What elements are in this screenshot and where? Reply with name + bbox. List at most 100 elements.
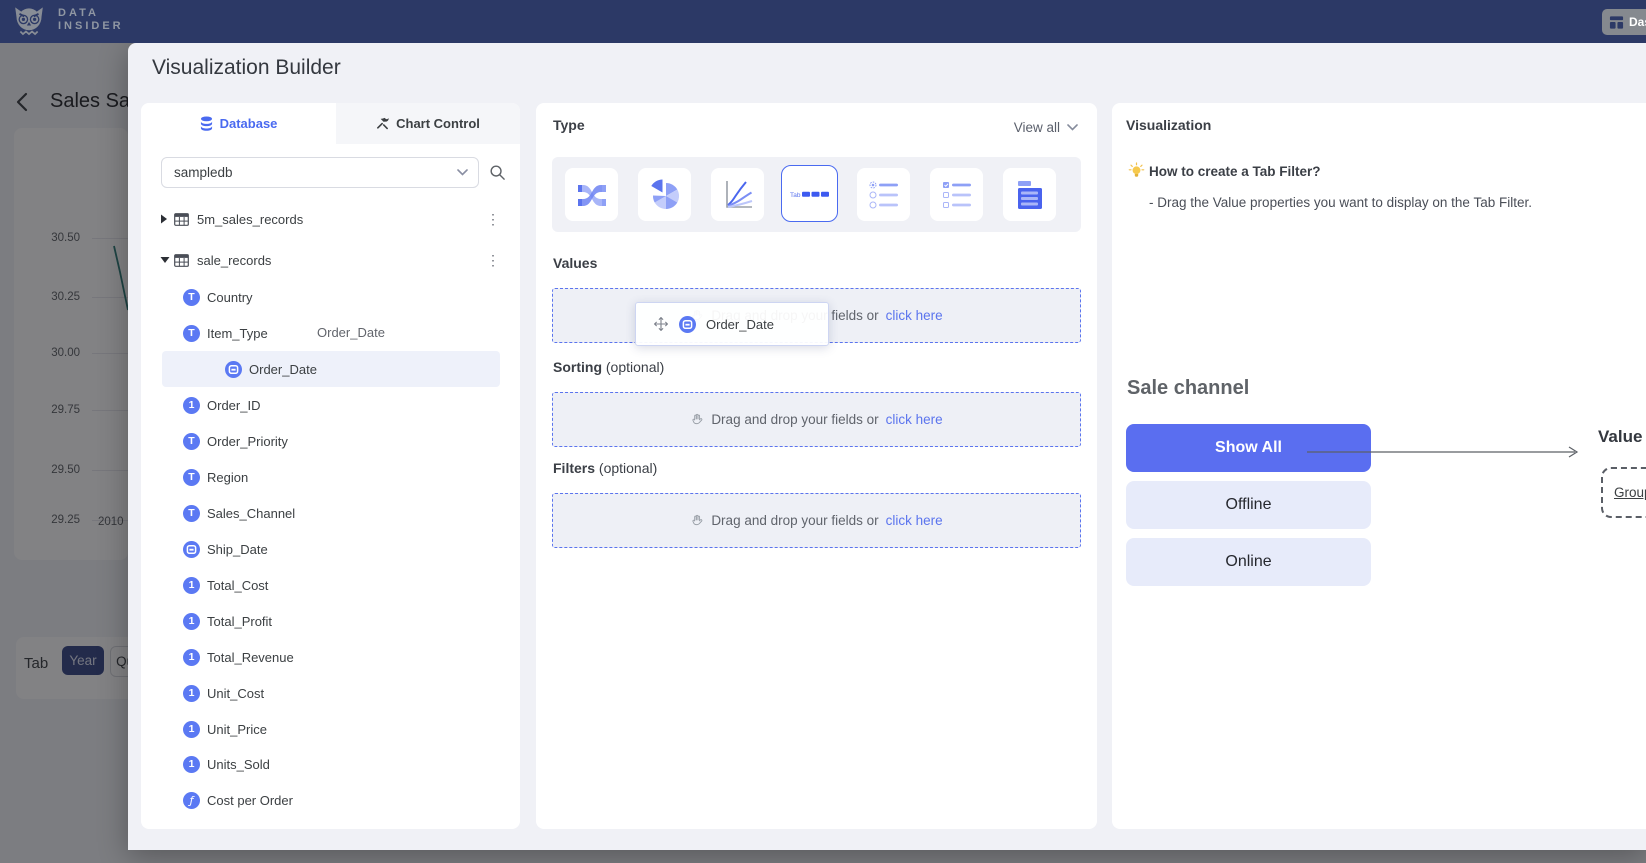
- sorting-dropzone[interactable]: Drag and drop your fields or click here: [552, 392, 1081, 447]
- date-type-icon: [679, 316, 696, 333]
- brand-line-2: INSIDER: [58, 20, 124, 33]
- database-panel: Database Chart Control sampledb 5m_sales…: [141, 103, 520, 829]
- table-row[interactable]: 5m_sales_records ⋮: [141, 201, 520, 237]
- dashboard-button[interactable]: Dashboard: [1602, 9, 1646, 35]
- field-row[interactable]: 1 Total_Revenue: [141, 639, 520, 675]
- tab-filter-icon: Tab: [790, 187, 830, 201]
- top-navbar: DATA INSIDER Dashboard: [0, 0, 1646, 43]
- field-row[interactable]: TCountry: [141, 279, 520, 315]
- kebab-menu-icon[interactable]: ⋮: [486, 211, 500, 228]
- chevron-down-icon: [457, 169, 468, 176]
- visualization-panel: Visualization How to create a Tab Filter…: [1112, 103, 1646, 829]
- number-type-icon: 1: [183, 577, 200, 594]
- visualization-builder-modal: Visualization Builder Database Chart Con…: [128, 43, 1646, 850]
- field-row[interactable]: 1Total_Cost: [141, 567, 520, 603]
- table-row[interactable]: sale_records ⋮: [141, 242, 520, 278]
- tip-body: - Drag the Value properties you want to …: [1149, 195, 1532, 210]
- field-row[interactable]: 1Unit_Cost: [141, 675, 520, 711]
- chart-type-checkbox-list[interactable]: [930, 168, 983, 221]
- caret-down-icon[interactable]: [160, 256, 174, 264]
- click-here-link[interactable]: click here: [886, 412, 943, 427]
- chart-type-dropdown-list[interactable]: [1003, 168, 1056, 221]
- tip-title: How to create a Tab Filter?: [1149, 164, 1321, 179]
- field-row[interactable]: Ship_Date: [141, 531, 520, 567]
- view-all-button[interactable]: View all: [1014, 120, 1078, 135]
- text-type-icon: T: [183, 433, 200, 450]
- chart-type-tab-filter-selected[interactable]: Tab: [781, 165, 838, 222]
- annotation-arrow: [1307, 444, 1587, 460]
- field-name: Order_ID: [207, 398, 260, 413]
- datasource-select-value: sampledb: [174, 165, 457, 180]
- tab-database-label: Database: [220, 116, 278, 131]
- type-section-label: Type: [553, 117, 585, 133]
- annotation-group-link[interactable]: Group: [1614, 485, 1646, 500]
- search-icon[interactable]: [489, 164, 506, 186]
- chart-config-panel: Type View all: [536, 103, 1097, 829]
- field-row[interactable]: T Order_Priority: [141, 423, 520, 459]
- offline-button[interactable]: Offline: [1126, 481, 1371, 529]
- field-name: Total_Profit: [207, 614, 272, 629]
- lightbulb-icon: [1128, 162, 1145, 181]
- annotation-box: Group: [1601, 467, 1646, 518]
- number-type-icon: 1: [183, 756, 200, 773]
- modal-title: Visualization Builder: [152, 56, 341, 80]
- line-chart-icon: [721, 178, 755, 212]
- table-icon: [174, 254, 189, 267]
- table-icon: [174, 213, 189, 226]
- chart-type-line[interactable]: [711, 168, 764, 221]
- visualization-header: Visualization: [1126, 117, 1211, 133]
- text-type-icon: T: [183, 289, 200, 306]
- tab-chart-control[interactable]: Chart Control: [336, 103, 520, 144]
- datasource-select[interactable]: sampledb: [161, 157, 479, 188]
- field-name: Order_Priority: [207, 434, 288, 449]
- field-name: Item_Type: [207, 326, 268, 341]
- field-row[interactable]: TRegion: [141, 459, 520, 495]
- field-row[interactable]: 1 Order_ID: [141, 387, 520, 423]
- tools-icon: [376, 117, 389, 130]
- field-row[interactable]: 1Units_Sold: [141, 746, 520, 782]
- values-section-label: Values: [553, 255, 597, 271]
- kebab-menu-icon[interactable]: ⋮: [486, 252, 500, 269]
- sorting-section-label: Sorting (optional): [553, 359, 664, 375]
- field-name: Sales_Channel: [207, 506, 295, 521]
- number-type-icon: 1: [183, 721, 200, 738]
- click-here-link[interactable]: click here: [886, 308, 943, 323]
- database-icon: [200, 116, 213, 132]
- chevron-down-icon: [1067, 124, 1078, 131]
- owl-logo-icon: [10, 3, 48, 46]
- brand-name: DATA INSIDER: [58, 7, 124, 33]
- filters-dropzone[interactable]: Drag and drop your fields or click here: [552, 493, 1081, 548]
- drag-chip[interactable]: Order_Date: [635, 302, 829, 346]
- caret-right-icon[interactable]: [160, 214, 174, 224]
- hand-icon: [690, 514, 704, 528]
- field-name: Ship_Date: [207, 542, 268, 557]
- dropzone-text: Drag and drop your fields or: [711, 513, 878, 528]
- formula-type-icon: ƒ: [183, 792, 200, 809]
- hand-icon: [690, 413, 704, 427]
- field-row-selected[interactable]: Order_Date: [162, 351, 500, 387]
- number-type-icon: 1: [183, 397, 200, 414]
- dropzone-text: Drag and drop your fields or: [711, 412, 878, 427]
- chart-type-pie[interactable]: [638, 168, 691, 221]
- filters-section-label: Filters (optional): [553, 460, 657, 476]
- table-name: sale_records: [197, 253, 271, 268]
- tab-chart-control-label: Chart Control: [396, 116, 480, 131]
- online-button[interactable]: Online: [1126, 538, 1371, 586]
- field-row[interactable]: TSales_Channel: [141, 495, 520, 531]
- number-type-icon: 1: [183, 613, 200, 630]
- field-name: Unit_Cost: [207, 686, 264, 701]
- number-type-icon: 1: [183, 649, 200, 666]
- brand-line-1: DATA: [58, 7, 124, 20]
- click-here-link[interactable]: click here: [886, 513, 943, 528]
- dashboard-button-label: Dashboard: [1629, 15, 1646, 29]
- chart-type-sankey[interactable]: [565, 168, 618, 221]
- field-row[interactable]: ƒCost per Order: [141, 782, 520, 818]
- field-name: Total_Revenue: [207, 650, 294, 665]
- field-row[interactable]: 1 Total_Profit: [141, 603, 520, 639]
- field-name: Order_Date: [249, 362, 317, 377]
- tab-database[interactable]: Database: [141, 103, 336, 144]
- field-row[interactable]: 1Unit_Price: [141, 711, 520, 747]
- checkbox-list-icon: [940, 178, 974, 212]
- chart-type-radio-list[interactable]: [857, 168, 910, 221]
- dashboard-icon: [1609, 15, 1624, 30]
